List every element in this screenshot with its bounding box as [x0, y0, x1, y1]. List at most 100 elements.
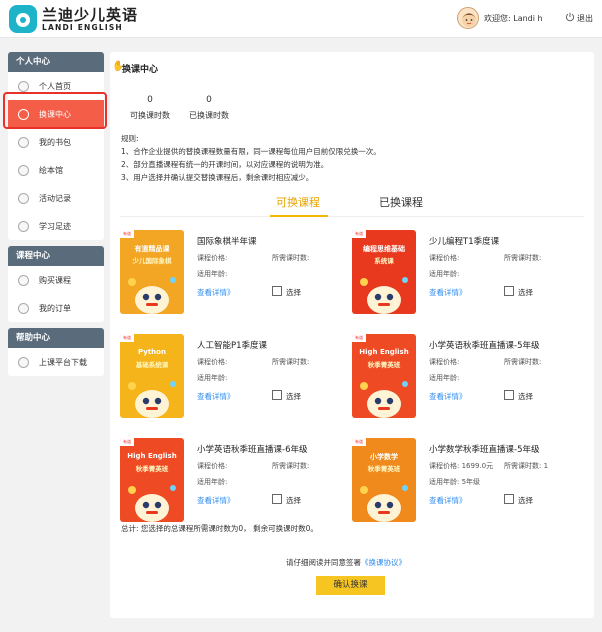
cover-illustration — [128, 277, 176, 314]
cover-illustration — [360, 381, 408, 418]
select-checkbox[interactable] — [272, 390, 282, 400]
age-label: 适用年龄: — [429, 478, 460, 486]
cover-title: Python — [138, 348, 166, 356]
course-cover-image[interactable]: 有道 High English 秋季菁英班 — [352, 334, 416, 418]
cover-title: 编程思维基础 — [363, 245, 405, 253]
hours-label: 所需课时数: — [272, 358, 310, 366]
cover-brand-tag: 有道 — [120, 334, 134, 342]
course-name: 国际象棋半年课 — [197, 237, 257, 247]
age-label: 适用年龄: — [197, 270, 228, 278]
child-face-icon — [462, 13, 476, 27]
course-age: 适用年龄: — [197, 477, 227, 487]
rule-line: 规则: — [121, 134, 139, 143]
course-cover-image[interactable]: 有道 小学数学 秋季菁英班 — [352, 438, 416, 522]
price-label: 课程价格: — [197, 462, 228, 470]
view-details-link[interactable]: 查看详情》 — [197, 391, 235, 402]
course-cover-image[interactable]: 有道 编程思维基础 系统课 — [352, 230, 416, 314]
stat-value: 0 — [147, 95, 153, 105]
select-checkbox[interactable] — [272, 286, 282, 296]
cover-subtitle: 少儿国际象棋 — [132, 257, 172, 265]
cover-brand-tag: 有道 — [352, 334, 366, 342]
view-details-link[interactable]: 查看详情》 — [429, 287, 467, 298]
sidebar-item-learning-footprint[interactable]: 学习足迹 — [8, 212, 104, 240]
select-checkbox[interactable] — [272, 494, 282, 504]
total-summary: 总计: 您选择的总课程所需课时数为0， 剩余可换课时数0。 — [121, 524, 318, 533]
course-age: 适用年龄: — [197, 373, 227, 383]
course-name: 少儿编程T1季度课 — [429, 237, 500, 247]
rule-line: 2、部分直播课程有统一的开课时间，以对应课程的说明为准。 — [121, 160, 329, 169]
hours-label: 所需课时数: — [272, 462, 310, 470]
sidebar-item-buy-courses[interactable]: 购买课程 — [8, 266, 104, 294]
sidebar-item-my-orders[interactable]: 我的订单 — [8, 294, 104, 322]
sidebar-item-picture-books[interactable]: 绘本馆 — [8, 156, 104, 184]
cart-icon — [18, 274, 29, 286]
course-cover-image[interactable]: 有道 有道精品课 少儿国际象棋 — [120, 230, 184, 314]
price-label: 课程价格: — [429, 358, 460, 366]
view-details-link[interactable]: 查看详情》 — [429, 495, 467, 506]
cover-illustration — [128, 485, 176, 522]
stat-value: 0 — [206, 95, 212, 105]
sidebar-item-label: 购买课程 — [39, 275, 71, 285]
used-hours-stat: 0 已换课时数 — [189, 95, 229, 121]
confirm-exchange-button[interactable]: 确认换课 — [316, 576, 385, 595]
cover-subtitle: 系统课 — [374, 257, 394, 265]
age-label: 适用年龄: — [429, 270, 460, 278]
top-header: 兰迪少儿英语 LANDI ENGLISH 欢迎您: Landi h 退出 — [0, 0, 602, 38]
logout-icon[interactable] — [565, 12, 575, 22]
cover-subtitle: 基础系统课 — [135, 361, 169, 369]
cover-subtitle: 秋季菁英班 — [135, 465, 169, 473]
sidebar-item-schoolbag[interactable]: 我的书包 — [8, 128, 104, 156]
sidebar-item-platform-download[interactable]: 上课平台下载 — [8, 348, 104, 376]
course-price: 课程价格: — [429, 253, 459, 263]
sidebar-help-center: 帮助中心 上课平台下载 — [8, 328, 104, 376]
select-label[interactable]: 选择 — [518, 287, 533, 298]
select-label[interactable]: 选择 — [286, 287, 301, 298]
select-checkbox[interactable] — [504, 494, 514, 504]
course-card: 有道 有道精品课 少儿国际象棋 国际象棋半年课 课程价格: 所需课时数: 适用年… — [120, 230, 350, 322]
tab-exchanged-courses[interactable]: 已换课程 — [379, 194, 423, 210]
course-hours: 所需课时数: — [504, 253, 541, 263]
sidebar-item-label: 上课平台下载 — [39, 357, 87, 367]
sidebar-item-label: 活动记录 — [39, 193, 71, 203]
hours-label: 所需课时数: — [272, 254, 310, 262]
age-label: 适用年龄: — [197, 374, 228, 382]
agreement-link[interactable]: 《换课协议》 — [361, 558, 406, 567]
view-details-link[interactable]: 查看详情》 — [429, 391, 467, 402]
course-price: 课程价格: 1699.0元 — [429, 461, 493, 471]
logout-link[interactable]: 退出 — [577, 13, 593, 24]
course-card: 有道 小学数学 秋季菁英班 小学数学秋季班直播课-5年级 课程价格: 1699.… — [352, 438, 582, 530]
activity-icon — [18, 192, 29, 204]
hours-value: 1 — [543, 462, 549, 470]
course-name: 小学英语秋季班直播课-6年级 — [197, 445, 308, 455]
price-label: 课程价格: — [429, 254, 460, 262]
select-checkbox[interactable] — [504, 390, 514, 400]
select-label[interactable]: 选择 — [518, 391, 533, 402]
sidebar-item-activity-records[interactable]: 活动记录 — [8, 184, 104, 212]
select-label[interactable]: 选择 — [286, 391, 301, 402]
price-value: 1699.0元 — [461, 462, 494, 470]
course-age: 适用年龄: — [429, 373, 459, 383]
cover-illustration — [128, 381, 176, 418]
price-label: 课程价格: — [429, 462, 460, 470]
course-cover-image[interactable]: 有道 Python 基础系统课 — [120, 334, 184, 418]
schoolbag-icon — [18, 136, 29, 148]
landi-logo-icon[interactable] — [8, 4, 38, 34]
course-cover-image[interactable]: 有道 High English 秋季菁英班 — [120, 438, 184, 522]
course-card: 有道 Python 基础系统课 人工智能P1季度课 课程价格: 所需课时数: 适… — [120, 334, 350, 426]
cover-brand-tag: 有道 — [352, 438, 366, 446]
tab-divider — [120, 216, 584, 217]
select-checkbox[interactable] — [504, 286, 514, 296]
course-card: 有道 High English 秋季菁英班 小学英语秋季班直播课-6年级 课程价… — [120, 438, 350, 530]
view-details-link[interactable]: 查看详情》 — [197, 495, 235, 506]
tab-available-courses[interactable]: 可换课程 — [276, 194, 320, 210]
course-name: 人工智能P1季度课 — [197, 341, 268, 351]
cover-title: 小学数学 — [370, 453, 398, 461]
hours-label: 所需课时数: — [504, 254, 542, 262]
select-label[interactable]: 选择 — [518, 495, 533, 506]
user-avatar[interactable] — [457, 7, 479, 29]
select-label[interactable]: 选择 — [286, 495, 301, 506]
price-label: 课程价格: — [197, 254, 228, 262]
cover-illustration — [360, 277, 408, 314]
view-details-link[interactable]: 查看详情》 — [197, 287, 235, 298]
cover-subtitle: 秋季菁英班 — [367, 361, 401, 369]
